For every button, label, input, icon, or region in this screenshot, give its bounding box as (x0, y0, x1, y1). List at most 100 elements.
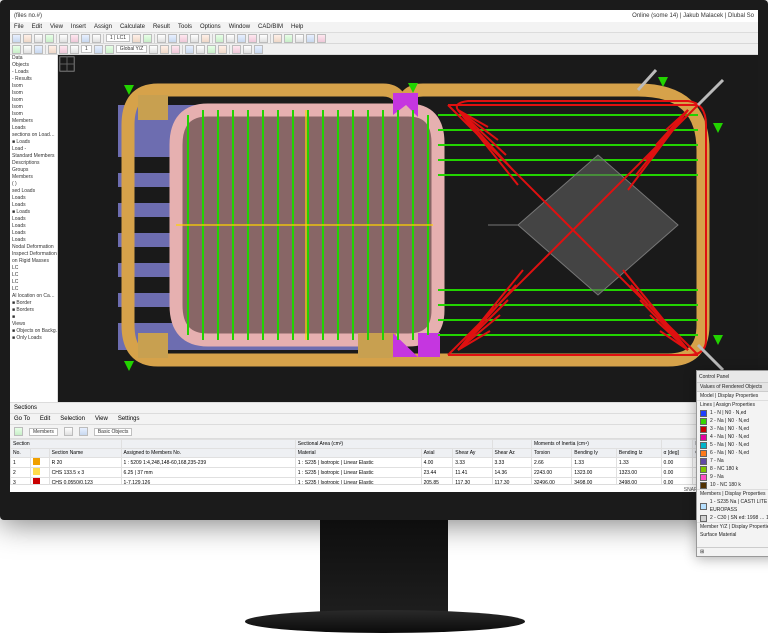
tool-icon[interactable] (48, 45, 57, 54)
sections-cmd-go-to[interactable]: Go To (14, 416, 30, 422)
menu-window[interactable]: Window (229, 24, 250, 30)
nav-item[interactable]: sed Loads (10, 188, 57, 195)
tool-icon[interactable] (70, 34, 79, 43)
nav-item[interactable]: ■ Objects on Backg… (10, 328, 57, 335)
table-cell[interactable]: 1.33 (572, 458, 617, 468)
sections-cmd-view[interactable]: View (95, 416, 108, 422)
nav-item[interactable]: Members (10, 118, 57, 125)
nav-item[interactable]: LC (10, 279, 57, 286)
tool-icon[interactable] (185, 45, 194, 54)
table-cell[interactable]: 3.33 (453, 458, 492, 468)
control-panel-titlebar[interactable]: Control Panel × (697, 371, 768, 383)
table-cell[interactable]: 1 : S235 | Isotropic | Linear Elastic (295, 468, 421, 478)
nav-item[interactable]: LC (10, 286, 57, 293)
cp-material-item[interactable]: 2 - C30 | SN ed: 1998 … 1.12 m (697, 514, 768, 522)
tool-icon[interactable] (81, 34, 90, 43)
table-cell[interactable]: 23.44 (421, 468, 453, 478)
tool-icon[interactable] (317, 34, 326, 43)
nav-item[interactable]: ( ) (10, 181, 57, 188)
tool-icon[interactable] (59, 45, 68, 54)
table-cell[interactable]: 11.41 (453, 468, 492, 478)
tool-icon[interactable] (70, 45, 79, 54)
cp-color-item[interactable]: 5 - Na | N0 · N,ed (697, 441, 768, 449)
nav-item[interactable]: Inspect Deformations (10, 251, 57, 258)
nav-item[interactable]: Isom (10, 83, 57, 90)
table-cell[interactable]: 6.25 | 37 mm (121, 468, 295, 478)
view-cube-icon[interactable] (58, 55, 76, 73)
column-header[interactable]: Shear Az (492, 449, 531, 458)
nav-item[interactable]: sections on Load… (10, 132, 57, 139)
statusbar[interactable]: SNAPGRIDISOOSNAP (10, 484, 758, 492)
control-panel[interactable]: Control Panel × Values of Rendered Objec… (696, 370, 768, 557)
tool-icon[interactable] (259, 34, 268, 43)
tool-icon[interactable] (105, 45, 114, 54)
sections-filter-row[interactable]: Members Basic Objects (10, 425, 758, 439)
table-cell[interactable]: 1 : S235 | Isotropic | Linear Elastic (295, 458, 421, 468)
nav-item[interactable]: Objects (10, 62, 57, 69)
nav-item[interactable]: Isom (10, 111, 57, 118)
table-cell[interactable]: 2.66 (531, 458, 571, 468)
table-cell[interactable]: 0.00 (661, 458, 693, 468)
tool-icon[interactable] (237, 34, 246, 43)
table-cell[interactable]: 1323.00 (616, 468, 661, 478)
nav-item[interactable]: Loads (10, 237, 57, 244)
table-cell[interactable]: 1.33 (616, 458, 661, 468)
table-cell[interactable]: CHS 133.5 x 3 (49, 468, 121, 478)
table-row[interactable]: 2 CHS 133.5 x 36.25 | 37 mm1 : S235 | Iso… (11, 468, 758, 478)
filter-objects-combo[interactable]: Basic Objects (94, 428, 133, 436)
filter-icon[interactable] (14, 427, 23, 436)
column-header[interactable]: Assigned to Members No. (121, 449, 295, 458)
load-case-combo[interactable]: 1 | LC1 (106, 34, 130, 42)
table-cell[interactable]: 2 (11, 468, 31, 478)
tool-icon[interactable] (284, 34, 293, 43)
table-cell[interactable]: 4.00 (421, 458, 453, 468)
nav-item[interactable]: Loads (10, 223, 57, 230)
tool-icon[interactable] (149, 45, 158, 54)
titlebar[interactable]: (files no.#) Online (some 14) | Jakub Ma… (10, 10, 758, 22)
nav-item[interactable]: ■ Loads (10, 139, 57, 146)
table-cell[interactable]: R 20 (49, 458, 121, 468)
menu-result[interactable]: Result (153, 24, 170, 30)
tool-icon[interactable] (94, 45, 103, 54)
column-header[interactable]: α [deg] (661, 449, 693, 458)
column-header[interactable]: Axial (421, 449, 453, 458)
cp-expand-icon[interactable]: ⊞ (697, 547, 768, 556)
column-header[interactable]: No. (11, 449, 31, 458)
column-header[interactable]: Section Name (49, 449, 121, 458)
nav-item[interactable]: Members (10, 174, 57, 181)
tool-icon[interactable] (190, 34, 199, 43)
tool-icon[interactable] (143, 34, 152, 43)
filter-members-combo[interactable]: Members (29, 428, 58, 436)
menu-insert[interactable]: Insert (71, 24, 86, 30)
tool-icon[interactable] (207, 45, 216, 54)
tool-icon[interactable] (168, 34, 177, 43)
nav-item[interactable]: on Rigid Masses (10, 258, 57, 265)
cp-color-item[interactable]: 1 - N | N0 · N,ed (697, 409, 768, 417)
filter-icon[interactable] (79, 427, 88, 436)
menu-cad/bim[interactable]: CAD/BIM (258, 24, 283, 30)
tool-icon[interactable] (12, 34, 21, 43)
cp-color-item[interactable]: 4 - Na | N0 · N,ed (697, 433, 768, 441)
cp-row-members[interactable]: Member Y/Z | Display Properties (697, 522, 768, 531)
menu-edit[interactable]: Edit (32, 24, 42, 30)
nav-item[interactable]: Loads (10, 125, 57, 132)
menu-view[interactable]: View (50, 24, 63, 30)
cp-material-item[interactable]: 1 - S235 Na | CASTI LITE EUROPASS (697, 498, 768, 514)
nav-item[interactable]: ■ Border (10, 300, 57, 307)
cp-color-item[interactable]: 3 - Na | N0 · N,ed (697, 425, 768, 433)
tool-icon[interactable] (157, 34, 166, 43)
cp-color-item[interactable]: 2 - Na | N0 · N,ed (697, 417, 768, 425)
tool-icon[interactable] (171, 45, 180, 54)
sections-cmd-selection[interactable]: Selection (60, 416, 85, 422)
tool-icon[interactable] (59, 34, 68, 43)
column-header[interactable]: Bending Iz (616, 449, 661, 458)
tool-icon[interactable] (215, 34, 224, 43)
tool-icon[interactable] (218, 45, 227, 54)
table-cell[interactable]: 1 : 5209 1:4,248,148-60,168,235-239 (121, 458, 295, 468)
nav-item[interactable]: Loads (10, 195, 57, 202)
table-cell[interactable] (30, 468, 49, 478)
nav-item[interactable]: Al location on Ca… (10, 293, 57, 300)
table-row[interactable]: 1R 201 : 5209 1:4,248,148-60,168,235-239… (11, 458, 758, 468)
tool-icon[interactable] (273, 34, 282, 43)
model-viewport[interactable] (58, 55, 758, 402)
